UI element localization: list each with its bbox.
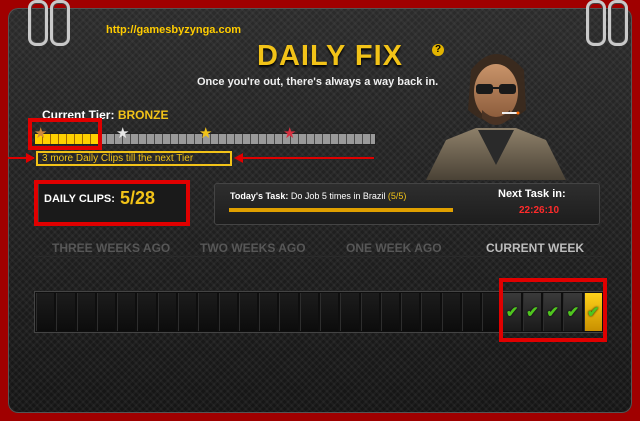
character-portrait: [426, 54, 566, 180]
annotation-arrowhead-left: [26, 153, 35, 163]
day-cell: [259, 293, 278, 331]
next-task-label: Next Task in:: [498, 188, 566, 200]
day-cell: [279, 293, 298, 331]
annotation-box-tier: [28, 118, 102, 150]
day-cell: [482, 293, 501, 331]
ruby-star-icon: ★: [283, 125, 297, 142]
day-cell: [401, 293, 420, 331]
week-label-three-weeks-ago: THREE WEEKS AGO: [52, 241, 171, 255]
day-cell: [340, 293, 359, 331]
today-task-title: Today's Task:: [230, 191, 289, 201]
day-cell: [380, 293, 400, 331]
day-cell: [36, 293, 55, 331]
day-cell: [76, 293, 95, 331]
day-cell: [360, 293, 379, 331]
week-label-two-weeks-ago: TWO WEEKS AGO: [200, 241, 306, 255]
day-cell: [198, 293, 217, 331]
today-task-progress-bar: [229, 208, 453, 212]
binder-ring-right-1: [586, 0, 606, 46]
day-cell: [137, 293, 156, 331]
week-label-current-week: CURRENT WEEK: [486, 241, 584, 255]
annotation-arrow-right: [240, 157, 374, 159]
annotation-arrowhead-right: [234, 153, 243, 163]
annotation-box-current-week: [499, 278, 607, 342]
binder-ring-right-2: [608, 0, 628, 46]
day-cell: [56, 293, 75, 331]
binder-ring-left-1: [28, 0, 48, 46]
day-cell: [177, 293, 197, 331]
day-cell: [96, 293, 116, 331]
day-cell: [319, 293, 339, 331]
today-task-progress-fill: [229, 208, 453, 212]
day-cell: [421, 293, 440, 331]
gold-star-icon: ★: [199, 125, 213, 142]
tagline: Once you're out, there's always a way ba…: [197, 76, 439, 88]
today-task-progress: (5/5): [387, 191, 407, 201]
header: DAILY FIX Once you're out, there's alway…: [160, 34, 440, 90]
today-task-label: Today's Task: Do Job 5 times in Brazil (…: [230, 191, 406, 201]
annotation-box-clips: [34, 180, 190, 226]
day-cell: [299, 293, 318, 331]
page-title: DAILY FIX: [257, 40, 403, 72]
day-cell: [461, 293, 481, 331]
binder-ring-left-2: [50, 0, 70, 46]
day-cell: [218, 293, 237, 331]
tier-name: BRONZE: [117, 108, 169, 122]
today-task-text: Do Job 5 times in Brazil: [290, 191, 386, 201]
next-task-timer: 22:26:10: [519, 205, 560, 216]
day-cell: [238, 293, 258, 331]
silver-star-icon: ★: [116, 125, 130, 142]
day-cell: [157, 293, 176, 331]
week-label-one-week-ago: ONE WEEK AGO: [346, 241, 442, 255]
tier-progress-note: 3 more Daily Clips till the next Tier: [36, 151, 232, 166]
day-cell: [441, 293, 460, 331]
day-cell: [117, 293, 136, 331]
